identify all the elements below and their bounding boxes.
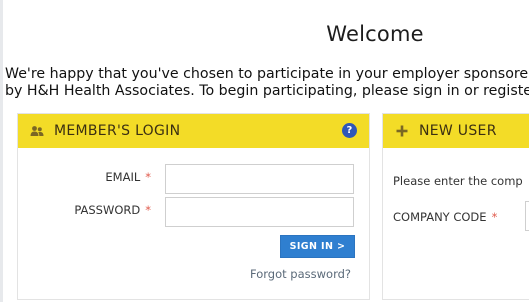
company-code-label: COMPANY CODE * (393, 210, 497, 224)
question-circle-icon[interactable]: ? (342, 123, 357, 138)
email-row: EMAIL * (18, 164, 369, 194)
sign-in-button[interactable]: SIGN IN > (280, 235, 355, 258)
password-label-text: PASSWORD (74, 203, 141, 217)
member-login-title: MEMBER'S LOGIN (54, 123, 181, 139)
required-marker: * (491, 210, 498, 224)
intro-line-2: by H&H Health Associates. To begin parti… (5, 83, 529, 99)
password-label: PASSWORD * (74, 203, 151, 217)
page: Welcome We're happy that you've chosen t… (0, 0, 529, 302)
intro-line-1: We're happy that you've chosen to partic… (5, 66, 529, 82)
new-user-title: NEW USER (419, 123, 497, 139)
plus-icon (393, 122, 411, 140)
password-row: PASSWORD * (18, 197, 369, 227)
company-code-label-text: COMPANY CODE (393, 210, 487, 224)
intro-text: We're happy that you've chosen to partic… (5, 66, 529, 100)
email-label: EMAIL * (105, 170, 151, 184)
email-field[interactable] (165, 164, 354, 194)
new-user-header: NEW USER (383, 114, 529, 148)
page-title: Welcome (326, 22, 424, 46)
required-marker: * (145, 203, 151, 217)
users-icon (28, 122, 46, 140)
required-marker: * (145, 170, 151, 184)
new-user-panel: NEW USER Please enter the comp COMPANY C… (382, 113, 529, 300)
member-login-header: MEMBER'S LOGIN ? (18, 114, 369, 148)
company-code-field[interactable] (525, 201, 529, 231)
password-field[interactable] (165, 197, 354, 227)
member-login-panel: MEMBER'S LOGIN ? EMAIL * PASSWORD * SIGN I… (17, 113, 370, 300)
email-label-text: EMAIL (105, 170, 141, 184)
new-user-prompt: Please enter the comp (393, 174, 523, 188)
forgot-password-link[interactable]: Forgot password? (250, 267, 351, 281)
